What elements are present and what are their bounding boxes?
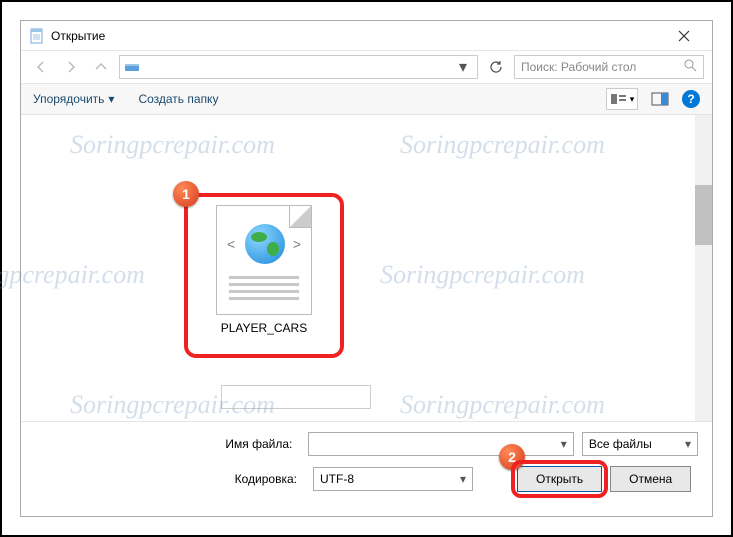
- view-mode-button[interactable]: ▾: [606, 88, 638, 110]
- arrow-left-icon: [33, 59, 49, 75]
- path-breadcrumb[interactable]: ▾: [119, 55, 478, 79]
- filename-label: Имя файла:: [35, 437, 300, 451]
- window-title: Открытие: [51, 29, 664, 43]
- file-list-pane: 1 < > PLAYER_CARS: [21, 115, 712, 421]
- chevron-down-icon: ▾: [630, 94, 635, 105]
- encoding-label: Кодировка:: [35, 472, 305, 486]
- preview-pane-button[interactable]: [646, 88, 674, 110]
- annotation-marker-1: 1: [173, 181, 199, 207]
- refresh-button[interactable]: [484, 55, 508, 79]
- scrollbar-track[interactable]: [695, 115, 712, 421]
- file-name-label: PLAYER_CARS: [201, 321, 327, 335]
- titlebar: Открытие: [21, 21, 712, 51]
- nav-bar: ▾ Поиск: Рабочий стол: [21, 51, 712, 83]
- chevron-down-icon: ▾: [685, 437, 691, 451]
- forward-button[interactable]: [59, 55, 83, 79]
- arrow-right-icon: [63, 59, 79, 75]
- notepad-icon: [29, 28, 45, 44]
- help-button[interactable]: ?: [682, 90, 700, 108]
- bottom-panel: Имя файла: ▾ Все файлы ▾ Кодировка: UTF-…: [21, 421, 712, 516]
- search-placeholder: Поиск: Рабочий стол: [521, 60, 636, 74]
- new-folder-button[interactable]: Создать папку: [138, 92, 218, 106]
- cancel-button[interactable]: Отмена: [610, 466, 691, 492]
- open-file-dialog: Открытие ▾ Поиск: Рабочий стол: [20, 20, 713, 517]
- scrollbar-thumb[interactable]: [695, 185, 712, 245]
- chevron-down-icon: ▾: [108, 92, 114, 106]
- toolbar: Упорядочить ▾ Создать папку ▾ ?: [21, 83, 712, 115]
- annotation-marker-2: 2: [499, 444, 525, 470]
- search-icon: [684, 59, 697, 75]
- organize-button[interactable]: Упорядочить ▾: [33, 92, 114, 106]
- open-button[interactable]: Открыть: [517, 466, 602, 492]
- back-button[interactable]: [29, 55, 53, 79]
- file-item[interactable]: < > PLAYER_CARS: [201, 205, 327, 335]
- chevron-down-icon: ▾: [453, 57, 473, 77]
- filetype-select[interactable]: Все файлы ▾: [582, 432, 698, 456]
- close-icon: [678, 30, 690, 42]
- refresh-icon: [489, 60, 503, 74]
- pane-icon: [651, 92, 669, 106]
- chevron-down-icon: ▾: [561, 437, 567, 451]
- rename-field[interactable]: [221, 385, 371, 409]
- up-button[interactable]: [89, 55, 113, 79]
- search-input[interactable]: Поиск: Рабочий стол: [514, 55, 704, 79]
- close-button[interactable]: [664, 22, 704, 50]
- view-icon: [610, 93, 628, 105]
- html-file-icon: < >: [216, 205, 312, 315]
- drive-icon: [124, 59, 140, 75]
- filename-input[interactable]: ▾: [308, 432, 573, 456]
- arrow-up-icon: [93, 59, 109, 75]
- chevron-down-icon: ▾: [460, 472, 466, 486]
- encoding-select[interactable]: UTF-8 ▾: [313, 467, 473, 491]
